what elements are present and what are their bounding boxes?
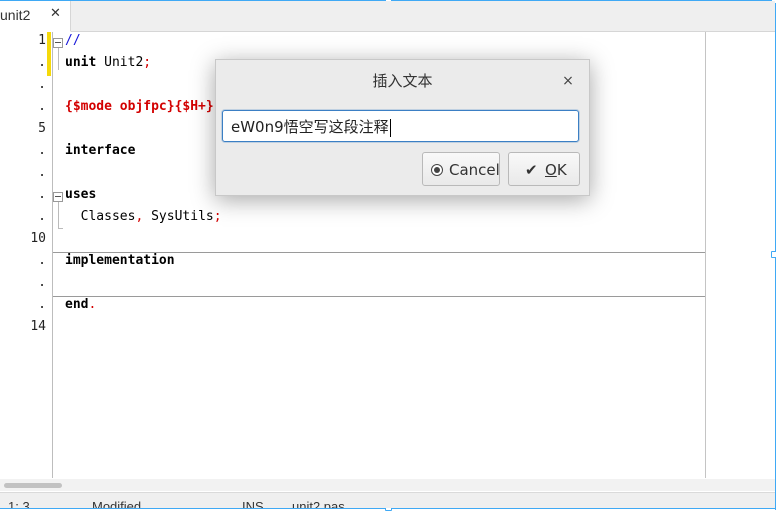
line-number: 5	[38, 121, 46, 136]
identifier: Classes	[65, 209, 136, 224]
modified-line-marker	[47, 32, 51, 76]
check-icon: ✔	[525, 161, 538, 179]
resize-handle-right[interactable]	[771, 251, 776, 258]
status-insert-mode: INS	[242, 499, 264, 508]
status-modified: Modified	[92, 499, 142, 508]
line-number: 10	[30, 231, 46, 246]
ok-button[interactable]: ✔ OK	[508, 152, 580, 186]
tab-unit2[interactable]: unit2 ✕	[0, 1, 71, 32]
code-line-9: Classes, SysUtils;	[65, 206, 222, 228]
line-number: .	[38, 99, 46, 114]
identifier: Unit2	[96, 55, 144, 70]
insert-text-dialog: 插入文本 × eW0n9悟空写这段注释 Cancel ✔ OK	[215, 59, 590, 196]
ok-button-label: OK	[545, 153, 567, 187]
code-line-4: {$mode objfpc}{$H+}	[65, 99, 214, 114]
dialog-title: 插入文本	[372, 72, 433, 90]
line-number: 14	[30, 319, 46, 334]
keyword: end	[65, 297, 89, 312]
ok-label-rest: K	[556, 161, 567, 179]
code-line-8: uses	[65, 187, 97, 202]
close-icon[interactable]: ✕	[50, 6, 61, 21]
line-number: .	[38, 165, 46, 180]
close-icon[interactable]: ×	[557, 70, 579, 92]
editor-tab-bar: unit2 ✕	[0, 1, 775, 32]
right-margin-line	[705, 32, 706, 478]
text-input-value: eW0n9悟空写这段注释	[231, 118, 389, 136]
symbol: .	[88, 297, 97, 312]
line-number: .	[38, 297, 46, 312]
line-number: .	[38, 187, 46, 202]
line-number: .	[38, 77, 46, 92]
code-line-13: end.	[65, 294, 96, 316]
radio-icon	[431, 164, 443, 176]
ok-mnemonic: O	[545, 161, 557, 179]
horizontal-scrollbar[interactable]	[0, 479, 775, 491]
code-line-1: //	[65, 33, 81, 48]
code-line-11: implementation	[65, 253, 175, 268]
symbol: ;	[143, 55, 152, 70]
status-filename: unit2.pas	[292, 499, 345, 508]
line-number: .	[38, 55, 46, 70]
symbol: ;	[213, 209, 222, 224]
line-number: 1	[38, 33, 46, 48]
line-number: .	[38, 253, 46, 268]
line-number: .	[38, 275, 46, 290]
cancel-button[interactable]: Cancel	[422, 152, 500, 186]
text-caret	[389, 118, 391, 137]
status-bar: 1: 3 Modified INS unit2.pas	[0, 492, 775, 508]
line-number-gutter: 1 . . . 5 . . . . 10 . . . 14	[0, 32, 53, 478]
line-number: .	[38, 209, 46, 224]
status-cursor-position: 1: 3	[8, 499, 30, 508]
cancel-button-label: Cancel	[449, 161, 500, 179]
scrollbar-thumb[interactable]	[4, 483, 62, 488]
line-number: .	[38, 143, 46, 158]
keyword: unit	[65, 55, 97, 70]
section-divider	[53, 296, 705, 297]
code-line-2: unit Unit2;	[65, 52, 151, 74]
tab-label: unit2	[0, 7, 31, 23]
identifier: SysUtils	[143, 209, 214, 224]
text-input[interactable]: eW0n9悟空写这段注释	[222, 110, 579, 142]
code-line-6: interface	[65, 143, 136, 158]
